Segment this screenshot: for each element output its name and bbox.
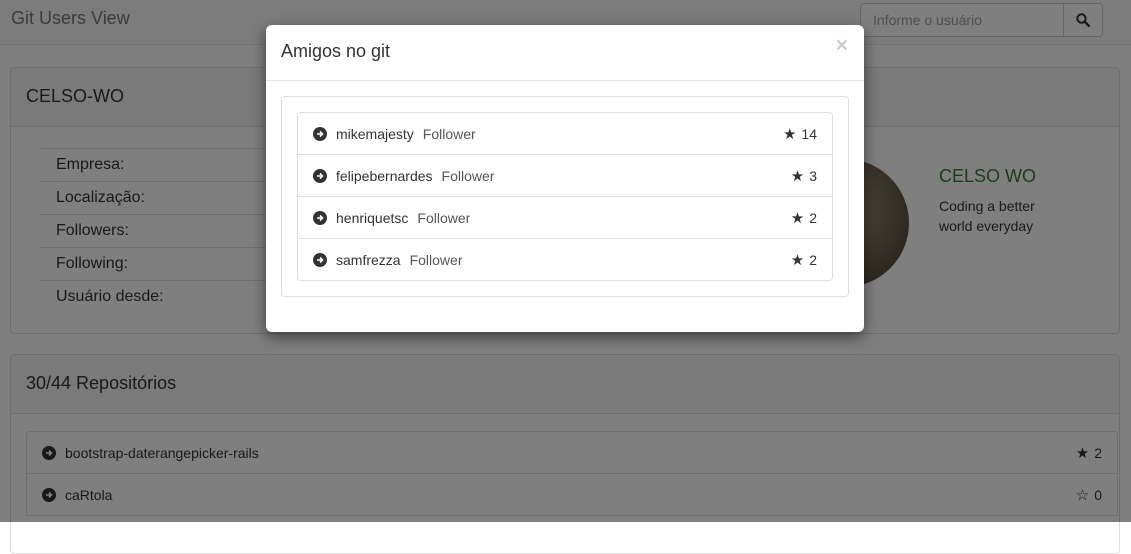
star-icon: ★: [790, 251, 805, 269]
friend-login[interactable]: mikemajesty: [336, 126, 414, 142]
friend-login[interactable]: samfrezza: [336, 252, 401, 268]
friends-panel: mikemajesty Follower ★ 14 felipebernarde…: [281, 96, 849, 297]
friend-login[interactable]: henriquetsc: [336, 210, 408, 226]
friend-stars: ★ 14: [783, 125, 817, 143]
modal-header: Amigos no git ×: [266, 25, 864, 81]
friend-item[interactable]: henriquetsc Follower ★ 2: [297, 196, 833, 239]
circle-arrow-right-icon: [313, 210, 327, 225]
circle-arrow-right-icon: [313, 252, 327, 267]
modal-title: Amigos no git: [281, 41, 391, 61]
star-icon: ★: [782, 125, 797, 143]
friend-item[interactable]: samfrezza Follower ★ 2: [297, 238, 833, 281]
friends-modal: Amigos no git × mikemajesty Follower ★ 1…: [266, 25, 864, 332]
friend-item[interactable]: mikemajesty Follower ★ 14: [297, 112, 833, 155]
friend-star-count: 2: [809, 251, 817, 268]
friend-star-count: 2: [809, 209, 817, 226]
friend-relation: Follower: [441, 167, 495, 184]
friend-login[interactable]: felipebernardes: [336, 168, 433, 184]
friend-item[interactable]: felipebernardes Follower ★ 3: [297, 154, 833, 197]
circle-arrow-right-icon: [313, 126, 327, 141]
star-icon: ★: [790, 167, 805, 185]
friend-stars: ★ 2: [791, 251, 817, 269]
close-button[interactable]: ×: [836, 35, 848, 56]
friend-stars: ★ 3: [791, 167, 817, 185]
friend-relation: Follower: [417, 209, 471, 226]
friend-star-count: 3: [809, 167, 817, 184]
circle-arrow-right-icon: [313, 168, 327, 183]
star-icon: ★: [790, 209, 805, 227]
friend-relation: Follower: [422, 125, 476, 142]
friend-stars: ★ 2: [791, 209, 817, 227]
friend-star-count: 14: [801, 125, 817, 142]
friend-relation: Follower: [409, 251, 463, 268]
